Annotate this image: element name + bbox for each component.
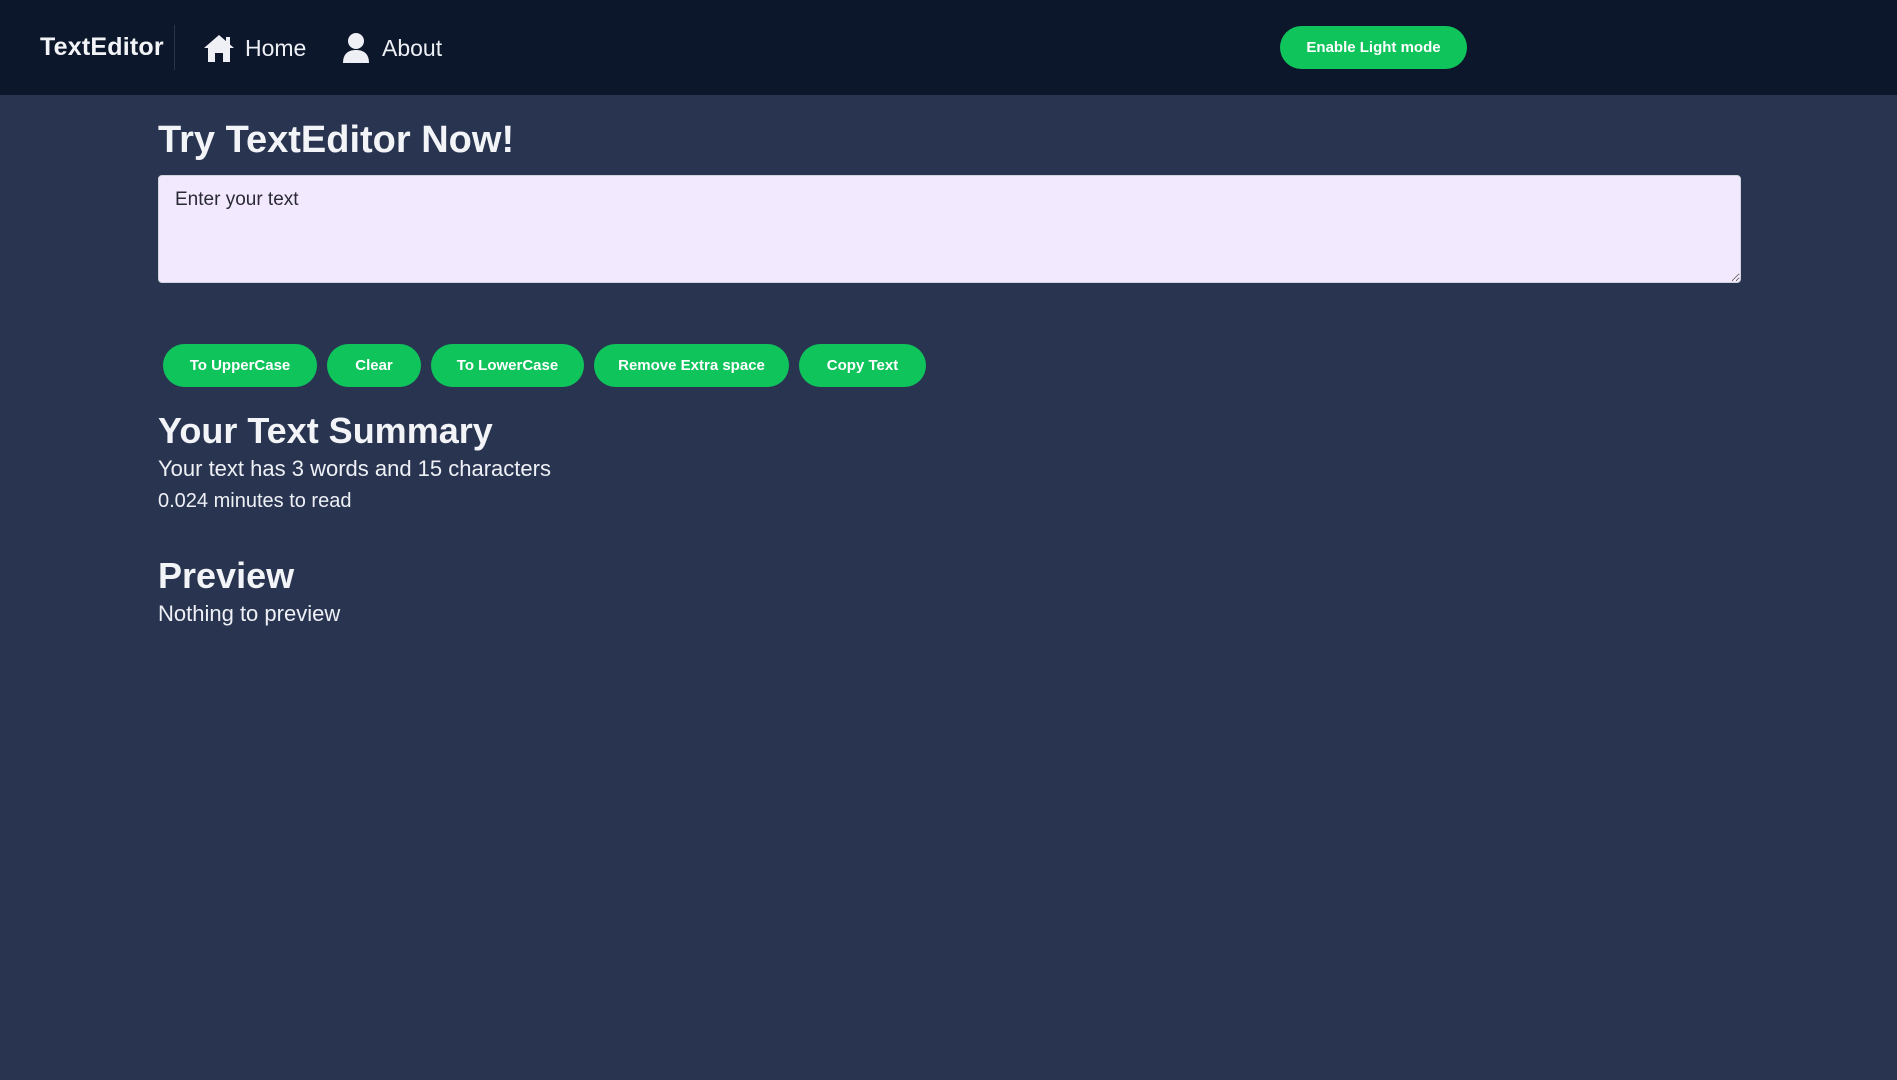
- copy-text-button[interactable]: Copy Text: [799, 344, 926, 387]
- brand-logo[interactable]: TextEditor: [40, 33, 164, 62]
- user-icon: [340, 31, 372, 65]
- home-icon: [203, 31, 235, 65]
- preview-text: Nothing to preview: [158, 601, 341, 626]
- to-uppercase-button[interactable]: To UpperCase: [163, 344, 317, 387]
- word-character-count: Your text has 3 words and 15 characters: [158, 456, 551, 481]
- preview-heading: Preview: [158, 555, 295, 596]
- clear-button[interactable]: Clear: [327, 344, 421, 387]
- navbar-divider: [174, 25, 175, 70]
- nav-item-about[interactable]: About: [340, 28, 442, 68]
- navbar: TextEditor Home About Enable Light mode: [0, 0, 1897, 95]
- to-lowercase-button[interactable]: To LowerCase: [431, 344, 584, 387]
- nav-item-home[interactable]: Home: [203, 28, 306, 68]
- remove-extra-space-button[interactable]: Remove Extra space: [594, 344, 789, 387]
- nav-item-about-label: About: [382, 34, 443, 61]
- page-title: Try TextEditor Now!: [158, 119, 515, 161]
- enable-light-mode-button[interactable]: Enable Light mode: [1280, 26, 1467, 69]
- text-input-container: [158, 175, 1741, 283]
- summary-heading: Your Text Summary: [158, 410, 493, 451]
- text-input[interactable]: [158, 175, 1741, 283]
- read-time: 0.024 minutes to read: [158, 490, 352, 512]
- nav-item-home-label: Home: [245, 34, 307, 61]
